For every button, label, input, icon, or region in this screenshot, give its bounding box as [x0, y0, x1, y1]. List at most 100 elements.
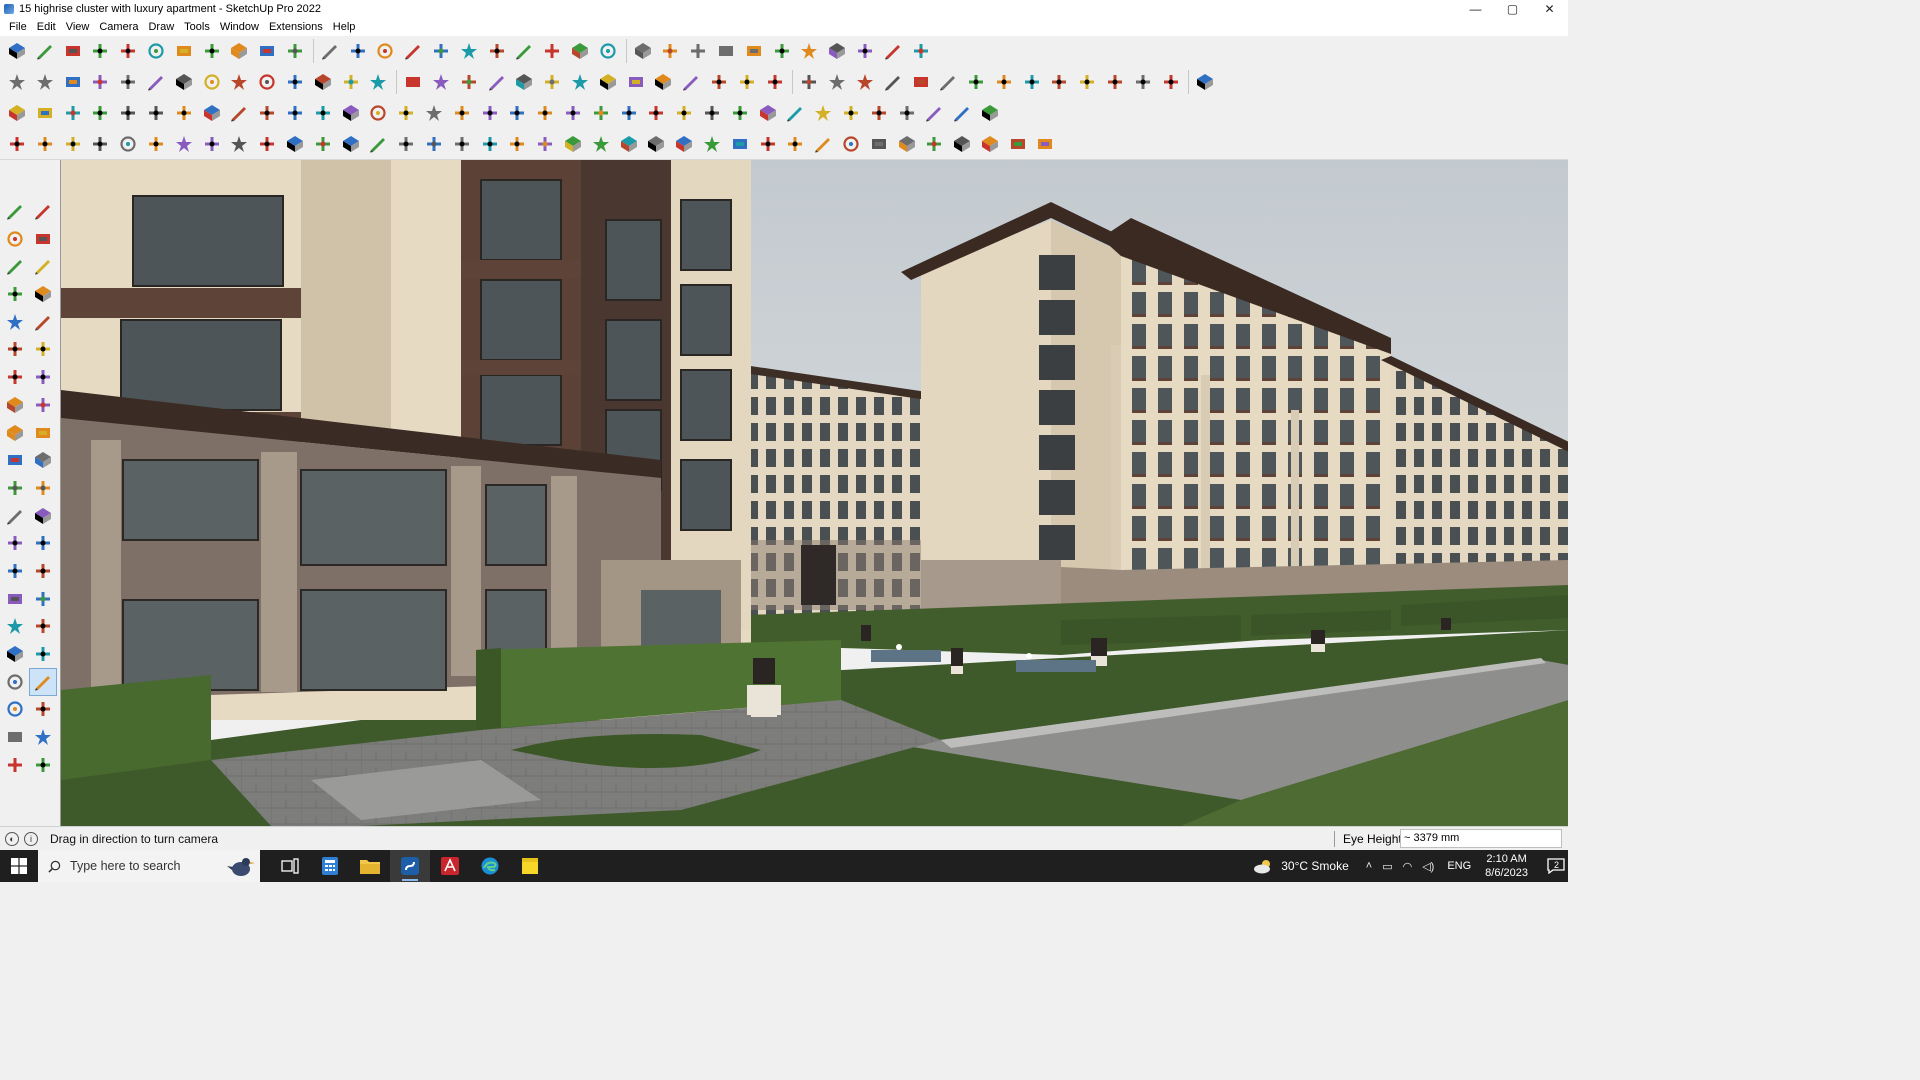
magnet-button[interactable]: [643, 100, 669, 126]
solid3-button[interactable]: [1046, 69, 1072, 95]
zoom-button[interactable]: [456, 38, 482, 64]
eraser-button[interactable]: [60, 38, 86, 64]
palette-zoom-extents-button[interactable]: [2, 641, 28, 667]
frame-button[interactable]: [393, 131, 419, 157]
pulley-button[interactable]: [504, 131, 530, 157]
section-button[interactable]: [824, 38, 850, 64]
solid-button[interactable]: [796, 38, 822, 64]
render5-button[interactable]: [1192, 69, 1218, 95]
curve4-button[interactable]: [949, 100, 975, 126]
house5-button[interactable]: [567, 69, 593, 95]
funnel-button[interactable]: [254, 131, 280, 157]
leaf-button[interactable]: [623, 69, 649, 95]
meet-now-icon[interactable]: ▭: [1382, 860, 1392, 873]
edit-button[interactable]: [310, 69, 336, 95]
grid2-button[interactable]: [866, 100, 892, 126]
circle2-button[interactable]: [852, 69, 878, 95]
cluster-button[interactable]: [977, 100, 1003, 126]
line4-button[interactable]: [310, 131, 336, 157]
palette-orbit-button[interactable]: [30, 198, 56, 224]
gear-button[interactable]: [115, 131, 141, 157]
line2-button[interactable]: [4, 131, 30, 157]
arc-button[interactable]: [115, 38, 141, 64]
notification-center-button[interactable]: 2: [1538, 850, 1568, 882]
curve3-button[interactable]: [908, 69, 934, 95]
undo-button[interactable]: [852, 38, 878, 64]
components-button[interactable]: [511, 38, 537, 64]
start-button[interactable]: [0, 850, 38, 882]
grid-button[interactable]: [810, 100, 836, 126]
ellipse-button[interactable]: [762, 69, 788, 95]
star2-button[interactable]: [560, 131, 586, 157]
cross-blue-button[interactable]: [421, 100, 447, 126]
checker-button[interactable]: [866, 131, 892, 157]
add-location-button[interactable]: [657, 38, 683, 64]
taskbar-calculator[interactable]: [310, 850, 350, 882]
pencil-red-button[interactable]: [650, 69, 676, 95]
sphere-button[interactable]: [226, 131, 252, 157]
sweep-button[interactable]: [171, 131, 197, 157]
pink-eraser-button[interactable]: [991, 69, 1017, 95]
tape-measure-button[interactable]: [317, 38, 343, 64]
flip-button[interactable]: [741, 38, 767, 64]
palette-circle-button[interactable]: [2, 336, 28, 362]
box-blue2-button[interactable]: [32, 100, 58, 126]
palette-polygon-button[interactable]: [30, 336, 56, 362]
house4-button[interactable]: [539, 69, 565, 95]
palette-freehand-button[interactable]: [30, 281, 56, 307]
palette-position-camera-button[interactable]: [2, 669, 28, 695]
bezier-button[interactable]: [880, 69, 906, 95]
palette-walk-button[interactable]: [2, 696, 28, 722]
pushpull-button[interactable]: [171, 38, 197, 64]
palette-tape-measure-button[interactable]: [2, 503, 28, 529]
stack-button[interactable]: [588, 131, 614, 157]
line3-button[interactable]: [282, 131, 308, 157]
palette-line-button[interactable]: [2, 281, 28, 307]
star-button[interactable]: [588, 100, 614, 126]
pan-button[interactable]: [428, 38, 454, 64]
palette-zoom-window-button[interactable]: [30, 613, 56, 639]
palette-scale-button[interactable]: [2, 475, 28, 501]
minimize-button[interactable]: —: [1457, 0, 1494, 18]
square-red-button[interactable]: [199, 100, 225, 126]
scatter-button[interactable]: [921, 100, 947, 126]
palette-components-button[interactable]: [2, 253, 28, 279]
scale-button[interactable]: [282, 38, 308, 64]
render-button[interactable]: [1074, 69, 1100, 95]
panel-button[interactable]: [226, 100, 252, 126]
taskbar-clock[interactable]: 2:10 AM 8/6/2023: [1485, 852, 1528, 880]
palette-arc-button[interactable]: [2, 364, 28, 390]
red-line-button[interactable]: [963, 69, 989, 95]
print-button[interactable]: [727, 131, 753, 157]
select-button[interactable]: [32, 38, 58, 64]
palette-layers2-button[interactable]: [30, 752, 56, 778]
menu-help[interactable]: Help: [328, 21, 361, 33]
follow-me-button[interactable]: [199, 38, 225, 64]
render4-button[interactable]: [1158, 69, 1184, 95]
plane-yellow-button[interactable]: [60, 100, 86, 126]
rotate-button[interactable]: [254, 38, 280, 64]
palette-layers-button[interactable]: [2, 752, 28, 778]
wifi-icon[interactable]: ◠: [1403, 860, 1413, 873]
scissors3-button[interactable]: [699, 131, 725, 157]
menu-extensions[interactable]: Extensions: [264, 21, 328, 33]
split-button[interactable]: [727, 100, 753, 126]
zoom-extents-button[interactable]: [4, 38, 30, 64]
house3-button[interactable]: [511, 69, 537, 95]
input-language[interactable]: ENG: [1447, 860, 1471, 872]
palette-rotated-rect-button[interactable]: [30, 309, 56, 335]
barcode-button[interactable]: [921, 131, 947, 157]
arc2-button[interactable]: [365, 131, 391, 157]
extension-button[interactable]: [908, 38, 934, 64]
box-red-button[interactable]: [115, 100, 141, 126]
fx-button[interactable]: [595, 69, 621, 95]
account-button[interactable]: [630, 38, 656, 64]
tree-button[interactable]: [671, 100, 697, 126]
zoom-window-button[interactable]: [484, 38, 510, 64]
dir-red-button[interactable]: [115, 69, 141, 95]
gem-button[interactable]: [782, 100, 808, 126]
polygon-button[interactable]: [734, 69, 760, 95]
dots-button[interactable]: [338, 100, 364, 126]
menu-view[interactable]: View: [61, 21, 95, 33]
paint-bucket-button[interactable]: [372, 38, 398, 64]
